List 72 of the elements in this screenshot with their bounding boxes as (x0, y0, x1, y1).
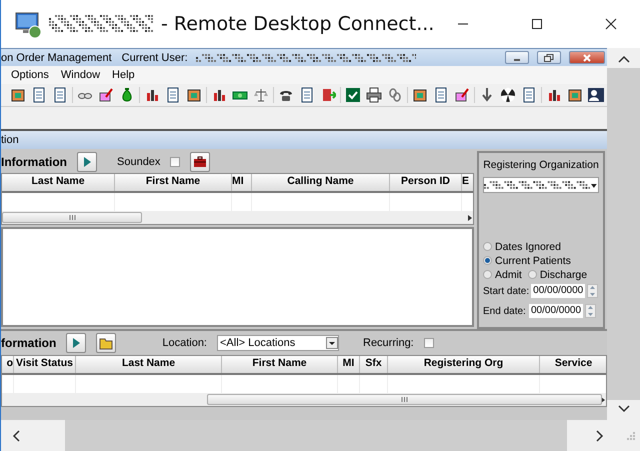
resize-grip-icon[interactable] (626, 430, 636, 440)
printer-icon[interactable] (366, 87, 382, 103)
window-title: - Remote Desktop Connect... (161, 13, 434, 35)
column-header[interactable]: Sfx (360, 356, 388, 373)
field-label: Recurring: (363, 337, 414, 349)
column-header[interactable]: First Name (115, 174, 232, 191)
document-icon[interactable] (299, 87, 315, 103)
column-header[interactable]: E (462, 174, 473, 191)
location-dropdown[interactable]: <All> Locations (217, 335, 339, 351)
radiation-icon[interactable] (500, 87, 516, 103)
grip-icon (68, 215, 76, 220)
right-arrow-icon[interactable] (467, 214, 473, 220)
scales-icon[interactable] (253, 87, 269, 103)
chart-icon[interactable] (546, 87, 562, 103)
menu-item[interactable]: Help (112, 69, 135, 81)
app-title: on Order Management (1, 52, 112, 64)
section-title: Information (1, 155, 67, 169)
column-header[interactable]: MI (338, 356, 360, 373)
chain-icon[interactable] (387, 87, 403, 103)
scrollbar-thumb[interactable] (607, 68, 640, 400)
organization-dropdown[interactable] (483, 177, 599, 193)
field-label: Soundex (117, 156, 160, 168)
grip-icon (401, 397, 408, 402)
radio-option[interactable]: Discharge (528, 268, 588, 282)
column-header[interactable]: Last Name (76, 356, 222, 373)
date-field[interactable]: 00/00/0000 (531, 284, 586, 298)
column-header[interactable]: Registering Org (388, 356, 540, 373)
folder-icon[interactable] (99, 336, 114, 350)
door-icon[interactable] (320, 87, 336, 103)
document-icon[interactable] (52, 87, 68, 103)
person-icon[interactable] (588, 87, 604, 103)
document-icon[interactable] (521, 87, 537, 103)
column-header[interactable]: MI (232, 174, 252, 191)
column-header[interactable]: First Name (222, 356, 338, 373)
box-icon[interactable] (186, 87, 202, 103)
pen-icon[interactable] (454, 87, 470, 103)
section-title: formation (1, 336, 56, 350)
field-label: Location: (162, 337, 207, 349)
field-label: Start date: (483, 286, 530, 297)
menu-item[interactable]: Options (11, 69, 49, 81)
restore-icon[interactable] (544, 54, 554, 62)
box-icon[interactable] (412, 87, 428, 103)
pen-icon[interactable] (98, 87, 114, 103)
radio-option[interactable]: Dates Ignored (483, 240, 599, 254)
close-icon[interactable] (605, 18, 617, 30)
radio-option[interactable]: Current Patients (483, 254, 599, 268)
panel-header: tion (1, 131, 607, 149)
menu-item[interactable]: Window (60, 69, 100, 81)
column-header[interactable]: Visit Status (14, 356, 76, 373)
right-arrow-icon[interactable] (600, 396, 606, 402)
box-icon[interactable] (10, 87, 26, 103)
date-field[interactable]: 00/00/0000 (529, 304, 583, 318)
scrollbar-thumb[interactable] (65, 420, 567, 451)
document-icon[interactable] (31, 87, 47, 103)
document-icon[interactable] (165, 87, 181, 103)
chart-icon[interactable] (144, 87, 160, 103)
radio-option[interactable]: Admit (483, 268, 522, 282)
section-title: Registering Organization (483, 159, 599, 171)
document-icon[interactable] (433, 87, 449, 103)
column-header[interactable]: o (2, 356, 14, 373)
column-header[interactable]: Person ID (390, 174, 462, 191)
check-icon[interactable] (345, 87, 361, 103)
column-header[interactable]: Last Name (2, 174, 115, 191)
chart-icon[interactable] (211, 87, 227, 103)
box-icon[interactable] (567, 87, 583, 103)
field-label: End date: (483, 306, 527, 317)
checkbox[interactable] (170, 157, 180, 167)
toolbox-icon[interactable] (193, 155, 208, 169)
checkbox[interactable] (424, 338, 434, 348)
column-header[interactable]: Calling Name (252, 174, 390, 191)
maximize-icon[interactable] (531, 18, 543, 30)
field-label: Current User: (122, 52, 188, 64)
